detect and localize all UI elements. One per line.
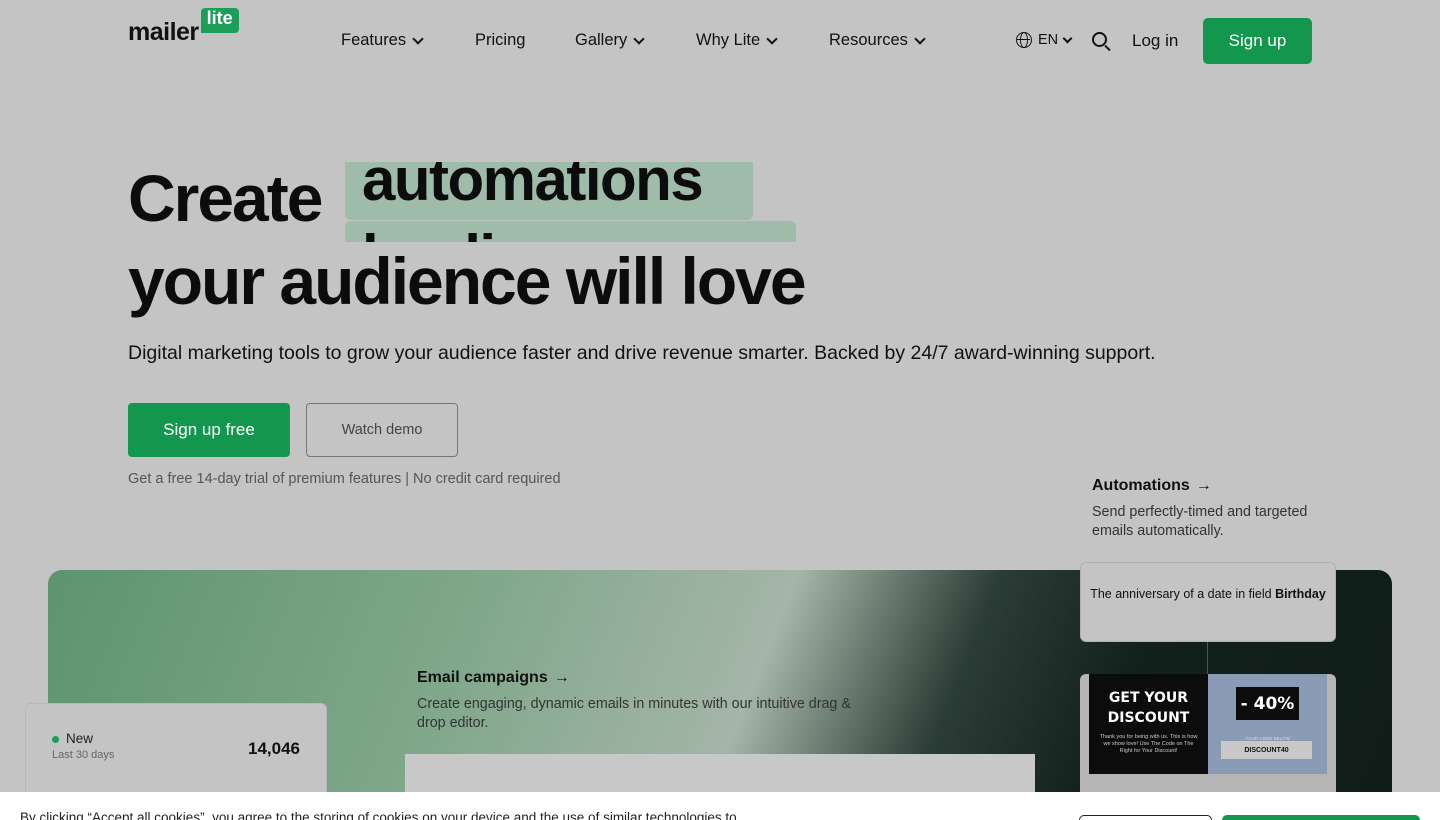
trigger-field: Birthday [1275,587,1326,601]
nav-pricing-label: Pricing [475,31,526,49]
signup-free-button[interactable]: Sign up free [128,403,290,457]
hero-title-line2: your audience will love [128,244,807,318]
workflow-connector [1207,642,1208,674]
hero-subtitle: Digital marketing tools to grow your aud… [128,342,1156,364]
language-label: EN [1038,32,1059,48]
nav-resources[interactable]: Resources [829,31,926,50]
logo-word: mailer [128,18,199,46]
promo-heading-line2: DISCOUNT [1107,710,1190,727]
login-link[interactable]: Log in [1132,31,1178,51]
nav-gallery[interactable]: Gallery [575,31,645,50]
automations-link[interactable]: Automations → [1092,477,1212,495]
hero-title-line1: Create [128,161,323,235]
nav-features-label: Features [341,31,407,49]
search-icon[interactable] [1092,32,1107,47]
nav-gallery-label: Gallery [575,31,628,49]
discount-badge: - 40% [1236,687,1299,720]
chevron-down-icon [1062,33,1073,43]
email-campaigns-description: Create engaging, dynamic emails in minut… [417,696,851,732]
rotating-word-highlight: automations [345,162,753,220]
automations-description: Send perfectly-timed and targeted emails… [1092,504,1308,540]
rotating-word: automations [362,162,704,213]
nav-why-lite-label: Why Lite [696,31,761,49]
signup-button[interactable]: Sign up [1203,18,1312,64]
promo-small-text: Thank you for being with us. This is how… [1099,733,1198,754]
stats-label: New [66,731,94,746]
cookie-settings-button[interactable] [1079,815,1212,820]
nav-pricing[interactable]: Pricing [475,31,525,50]
stats-sublabel: Last 30 days [52,749,115,761]
chevron-down-icon [766,32,778,45]
promo-code: DISCOUNT40 [1221,741,1312,759]
chevron-down-icon [412,32,424,45]
promo-left-panel: GET YOUR DISCOUNT Thank you for being wi… [1089,674,1208,774]
trial-note: Get a free 14-day trial of premium featu… [128,471,561,487]
nav-features[interactable]: Features [341,31,424,50]
trigger-text: The anniversary of a date in field [1090,587,1272,601]
logo-badge: lite [200,8,239,33]
nav-resources-label: Resources [829,31,908,49]
top-nav: mailer lite Features Pricing Gallery Why… [0,0,1440,82]
chevron-down-icon [633,32,645,45]
arrow-right-icon: → [1195,477,1212,494]
promo-heading-line1: GET YOUR [1108,690,1189,706]
arrow-right-icon: → [553,669,570,686]
rotating-word-next: landing [362,227,566,243]
globe-icon [1016,32,1032,48]
rotating-word-next-highlight: landing [345,221,796,242]
chevron-down-icon [914,32,926,45]
stats-value: 14,046 [248,739,300,758]
accept-cookies-button[interactable] [1222,815,1420,820]
mailerlite-logo[interactable]: mailer lite [128,8,239,46]
watch-demo-button[interactable]: Watch demo [306,403,458,457]
nav-why-lite[interactable]: Why Lite [696,31,778,50]
email-campaigns-link[interactable]: Email campaigns → [417,669,570,687]
cookie-text: By clicking “Accept all cookies”, you ag… [20,810,737,820]
email-campaigns-title: Email campaigns [417,669,548,686]
status-dot-icon [52,736,59,743]
cookie-banner: By clicking “Accept all cookies”, you ag… [0,792,1440,820]
promo-heading: GET YOUR DISCOUNT [1089,674,1208,729]
automation-trigger-card: The anniversary of a date in field Birth… [1080,562,1336,642]
language-selector[interactable]: EN [1016,32,1073,48]
automations-title: Automations [1092,477,1190,494]
promo-right-panel: - 40% YOUR CODE BELOW DISCOUNT40 [1208,674,1327,774]
